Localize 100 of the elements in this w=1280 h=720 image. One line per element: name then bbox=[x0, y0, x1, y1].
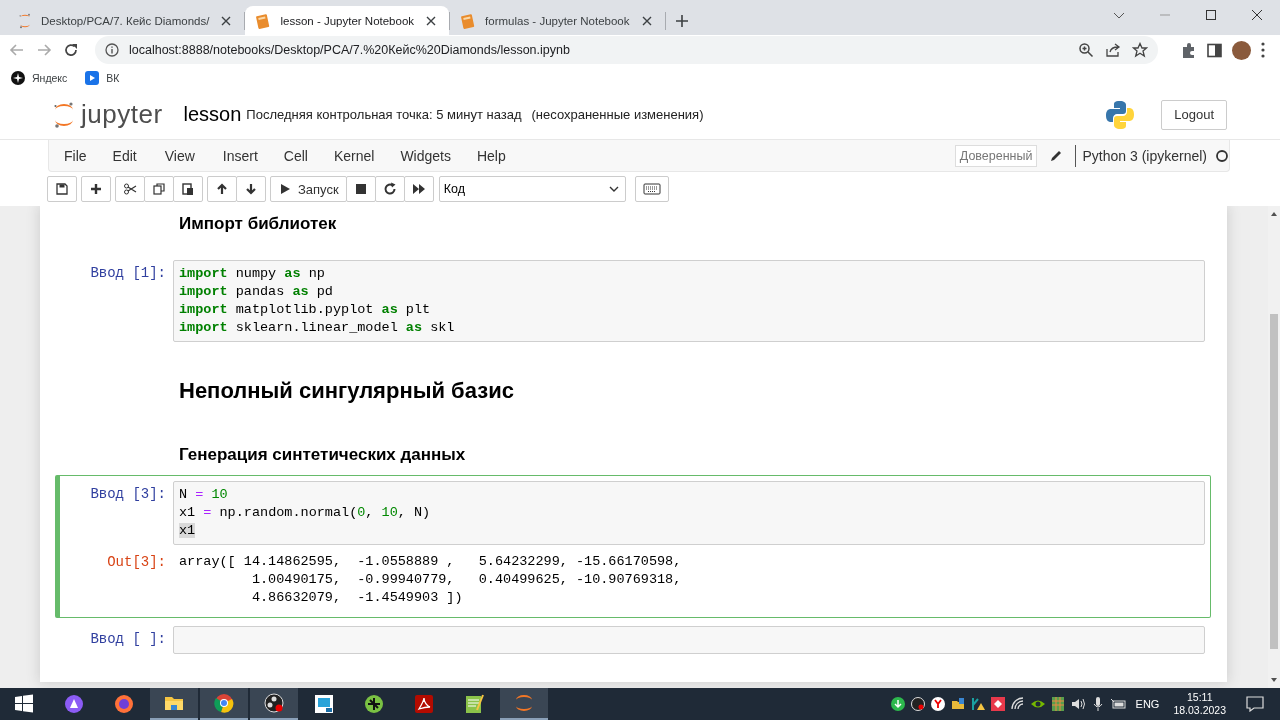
code-editor[interactable]: N = 10 x1 = np.random.normal(0, 10, N) x1 bbox=[173, 481, 1205, 545]
clock-date[interactable]: 18.03.2023 bbox=[1173, 704, 1226, 717]
run-all-button[interactable] bbox=[403, 176, 434, 202]
battery-icon[interactable] bbox=[1109, 696, 1126, 712]
puzzle-icon[interactable] bbox=[1180, 41, 1197, 59]
notification-icon[interactable] bbox=[1246, 696, 1264, 712]
pdf-icon bbox=[412, 692, 436, 716]
stop-button[interactable] bbox=[345, 176, 376, 202]
cut-button[interactable] bbox=[115, 176, 145, 202]
bookmark-link[interactable]: Яндекс bbox=[11, 70, 68, 85]
warning-icon[interactable] bbox=[969, 696, 986, 712]
save-button[interactable] bbox=[47, 176, 77, 202]
scissors-icon bbox=[123, 182, 137, 196]
address-bar[interactable]: localhost:8888/notebooks/Desktop/PCA/7.%20Кейс%20Diamonds/lesson.ipynb bbox=[95, 36, 1158, 64]
menu-item[interactable]: Edit bbox=[99, 139, 152, 172]
browser-tab[interactable]: Desktop/PCA/7. Кейс Diamonds/ bbox=[8, 6, 245, 35]
clipboard-icon bbox=[181, 182, 195, 196]
avatar[interactable] bbox=[1232, 40, 1251, 60]
letter-y-icon[interactable] bbox=[929, 696, 946, 712]
run-button[interactable]: Запуск bbox=[270, 176, 347, 202]
jupyter-logo-icon bbox=[52, 100, 76, 129]
download-icon[interactable] bbox=[889, 696, 906, 712]
plus-icon bbox=[89, 182, 103, 196]
python-logo-icon bbox=[1105, 99, 1136, 130]
checkpoint-status: Последняя контрольная точка: 5 минут назад bbox=[246, 107, 522, 122]
fox-browser-icon bbox=[112, 692, 136, 716]
code-line: import sklearn.linear_model as skl bbox=[179, 319, 456, 337]
notebook-name[interactable]: lesson bbox=[183, 103, 242, 126]
info-icon bbox=[105, 43, 119, 57]
markdown-heading: Генерация синтетических данных bbox=[178, 444, 467, 466]
scroll-up-icon bbox=[1270, 210, 1278, 218]
trusted-indicator[interactable]: Доверенный bbox=[954, 144, 1038, 167]
code-editor[interactable]: import numpy as np import pandas as pd import matplotlib.pyplot as plt import sklearn.linear_model as skl bbox=[173, 260, 1205, 342]
fast-forward-icon bbox=[411, 182, 426, 196]
recorder-icon[interactable] bbox=[909, 696, 926, 712]
recorder-icon bbox=[262, 691, 286, 715]
markdown-heading: Импорт библиотек bbox=[178, 213, 338, 235]
browser-tab[interactable]: formulas - Jupyter Notebook bbox=[450, 6, 665, 35]
restart-button[interactable] bbox=[374, 176, 405, 202]
move-up-button[interactable] bbox=[207, 176, 237, 202]
star-icon[interactable] bbox=[1132, 42, 1148, 58]
move-down-button[interactable] bbox=[236, 176, 266, 202]
input-prompt: Ввод [3]: bbox=[89, 485, 167, 504]
floppy-icon bbox=[55, 182, 69, 196]
language-indicator[interactable]: ENG bbox=[1135, 698, 1160, 710]
reload-icon[interactable] bbox=[62, 41, 80, 59]
logo-text: jupyter bbox=[81, 99, 163, 130]
menu-item[interactable]: Cell bbox=[270, 139, 321, 172]
share-icon[interactable] bbox=[1104, 42, 1122, 58]
folder-icon[interactable] bbox=[949, 696, 966, 712]
taskbar-app[interactable] bbox=[150, 688, 198, 720]
square-app-icon bbox=[312, 692, 336, 716]
scroll-down-icon bbox=[1270, 676, 1278, 684]
copy-button[interactable] bbox=[144, 176, 174, 202]
code-line: import matplotlib.pyplot as plt bbox=[179, 301, 432, 319]
zoom-icon[interactable] bbox=[1078, 42, 1094, 58]
keyboard-button[interactable] bbox=[634, 176, 669, 202]
new-tab-icon[interactable] bbox=[673, 12, 690, 29]
chevron-down-icon bbox=[608, 186, 619, 192]
clock-time[interactable]: 15:11 bbox=[1186, 691, 1213, 704]
browser-tab[interactable]: lesson - Jupyter Notebook bbox=[245, 6, 450, 35]
menu-item[interactable]: File bbox=[51, 139, 100, 172]
markdown-heading: Неполный сингулярный базис bbox=[178, 377, 515, 405]
taskbar-app[interactable] bbox=[250, 688, 298, 720]
insert-cell-button[interactable] bbox=[81, 176, 111, 202]
pencil-icon[interactable] bbox=[1049, 148, 1064, 163]
star-circle-icon bbox=[11, 70, 25, 85]
menu-item[interactable]: View bbox=[151, 139, 210, 172]
more-vertical-icon[interactable] bbox=[1260, 41, 1266, 59]
wifi-icon[interactable] bbox=[1009, 696, 1026, 712]
code-line: import numpy as np bbox=[179, 265, 326, 283]
arrow-up-icon bbox=[215, 182, 229, 196]
input-prompt: Ввод [ ]: bbox=[89, 630, 167, 649]
book-icon bbox=[255, 12, 272, 29]
cell-type-dropdown[interactable]: Код bbox=[438, 176, 626, 202]
menu-item[interactable]: Insert bbox=[209, 139, 271, 172]
menu-item[interactable]: Help bbox=[463, 139, 519, 172]
bookmark-link[interactable]: ВК bbox=[85, 70, 120, 85]
side-panel-icon[interactable] bbox=[1206, 41, 1223, 59]
code-line: import pandas as pd bbox=[179, 283, 334, 301]
speaker-icon[interactable] bbox=[1069, 696, 1086, 712]
logout-button[interactable]: Logout bbox=[1161, 99, 1227, 130]
arrow-down-icon bbox=[244, 182, 258, 196]
round-browser-icon bbox=[212, 691, 236, 715]
input-prompt: Ввод [1]: bbox=[89, 264, 167, 283]
keyboard-icon bbox=[642, 183, 661, 195]
selected-cell[interactable]: Ввод [3]: N = 10 x1 = np.random.normal(0, 10, N) x1 Out[3]: array([ 14.14862595, -1.0558889 , 5.64232299, -15.66170598, 1.00490175, -0.99940779, 0.40499625, -10.90769318, 4.86632079, -1.4549903 ]) bbox=[55, 475, 1211, 618]
output-text: array([ 14.14862595, -1.0558889 , 5.64232299, -15.66170598, 1.00490175, -0.99940779, 0.40499625, -10.90769318, 4.86632079, -1.4549903 ]) bbox=[178, 553, 683, 607]
unsaved-status: (несохраненные изменения) bbox=[531, 107, 704, 122]
assistant-icon bbox=[62, 692, 86, 716]
paste-button[interactable] bbox=[173, 176, 203, 202]
book-icon bbox=[460, 12, 477, 29]
gecko-icon bbox=[362, 692, 386, 716]
stop-icon bbox=[353, 182, 368, 196]
menu-item[interactable]: Kernel bbox=[320, 139, 388, 172]
restart-icon bbox=[382, 182, 397, 196]
menu-item[interactable]: Widgets bbox=[387, 139, 464, 172]
code-line: N = 10 bbox=[179, 486, 229, 504]
grid-icon[interactable] bbox=[1049, 696, 1066, 712]
copy-icon bbox=[152, 182, 166, 196]
